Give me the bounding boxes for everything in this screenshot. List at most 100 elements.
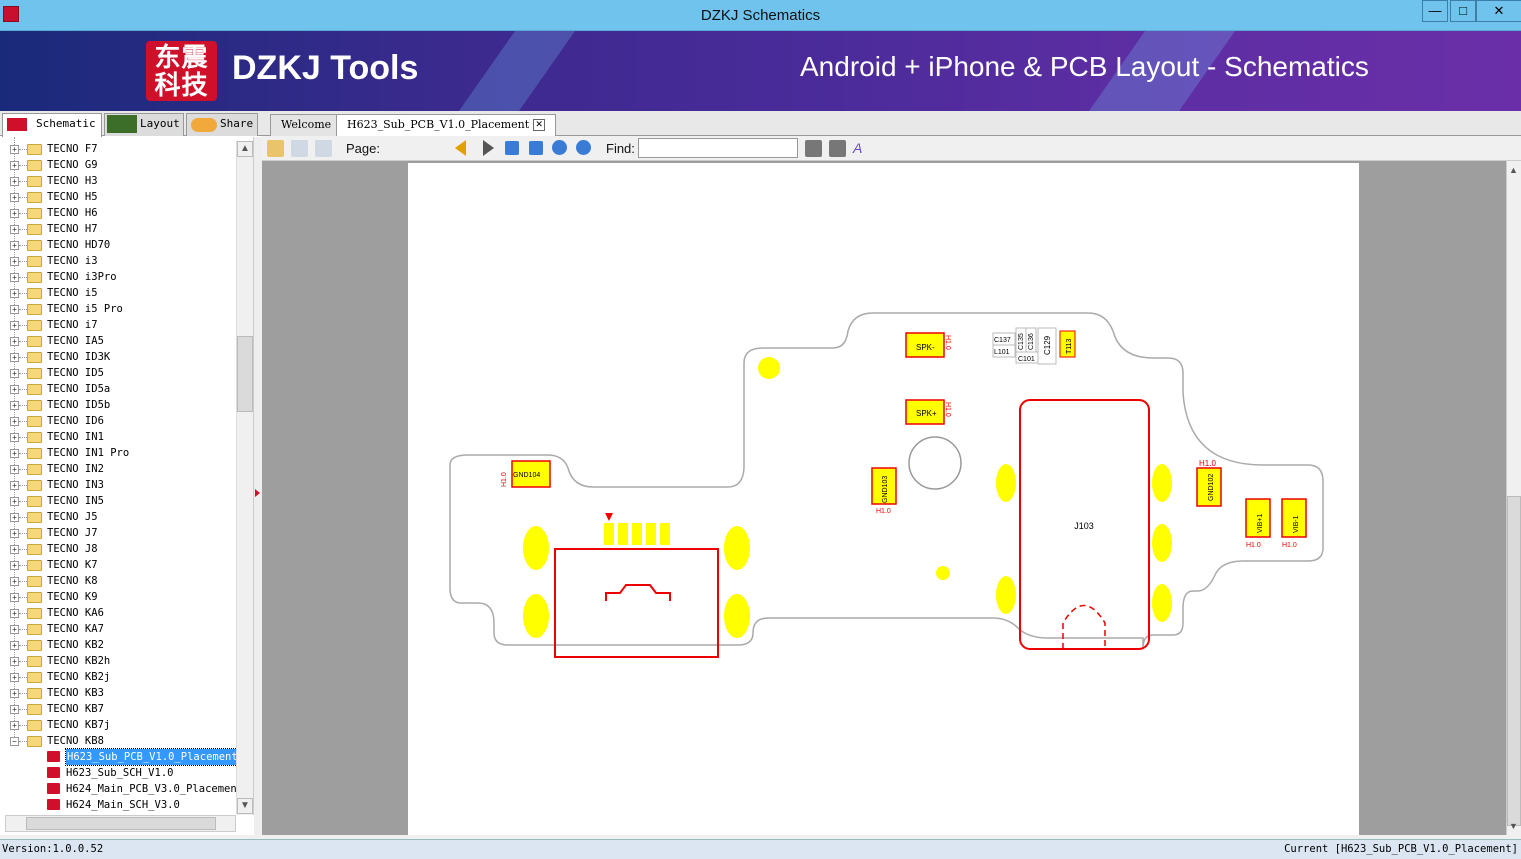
tree-folder-item[interactable]: − TECNO KB8: [0, 733, 236, 749]
expand-icon[interactable]: +: [10, 161, 19, 170]
expand-icon[interactable]: +: [10, 241, 19, 250]
close-button[interactable]: ✕: [1476, 0, 1521, 22]
expand-icon[interactable]: +: [10, 305, 19, 314]
tree-folder-item[interactable]: + TECNO H7: [0, 221, 236, 237]
expand-icon[interactable]: +: [10, 273, 19, 282]
scroll-down-icon[interactable]: ▼: [237, 798, 253, 814]
tree-horizontal-scrollbar[interactable]: [5, 815, 236, 832]
expand-icon[interactable]: +: [10, 209, 19, 218]
tree-folder-item[interactable]: + TECNO K7: [0, 557, 236, 573]
expand-icon[interactable]: +: [10, 705, 19, 714]
tree-folder-item[interactable]: + TECNO KB7j: [0, 717, 236, 733]
tree-folder-item[interactable]: + TECNO i3: [0, 253, 236, 269]
tree-folder-item[interactable]: + TECNO J8: [0, 541, 236, 557]
find-next-icon[interactable]: [829, 140, 846, 157]
tree-folder-item[interactable]: + TECNO i5 Pro: [0, 301, 236, 317]
expand-icon[interactable]: +: [10, 145, 19, 154]
tree-file-item[interactable]: H624_Main_PCB_V3.0_Placement: [0, 781, 243, 797]
find-previous-icon[interactable]: [805, 140, 822, 157]
expand-icon[interactable]: +: [10, 465, 19, 474]
expand-icon[interactable]: +: [10, 689, 19, 698]
tree-folder-item[interactable]: + TECNO ID3K: [0, 349, 236, 365]
expand-icon[interactable]: +: [10, 561, 19, 570]
tab-layout[interactable]: Layout: [104, 113, 184, 136]
tree-folder-item[interactable]: + TECNO KB3: [0, 685, 236, 701]
document-viewer[interactable]: J103 SPK- H1.0 SPK+ H1.0 C137 L101 C135 …: [262, 161, 1506, 835]
scroll-up-icon[interactable]: ▲: [237, 141, 253, 157]
tree-folder-item[interactable]: + TECNO KA6: [0, 605, 236, 621]
previous-page-icon[interactable]: [455, 140, 466, 156]
fit-width-icon[interactable]: [505, 141, 519, 155]
expand-icon[interactable]: +: [10, 577, 19, 586]
expand-icon[interactable]: +: [10, 481, 19, 490]
expand-icon[interactable]: +: [10, 625, 19, 634]
tree-folder-item[interactable]: + TECNO IN5: [0, 493, 236, 509]
expand-icon[interactable]: +: [10, 401, 19, 410]
expand-icon[interactable]: +: [10, 673, 19, 682]
tree-folder-item[interactable]: + TECNO KB2h: [0, 653, 236, 669]
tree-folder-item[interactable]: + TECNO K8: [0, 573, 236, 589]
tree-file-item[interactable]: H623_Sub_PCB_V1.0_Placement: [0, 748, 240, 766]
expand-icon[interactable]: +: [10, 641, 19, 650]
expand-icon[interactable]: +: [10, 177, 19, 186]
expand-icon[interactable]: +: [10, 417, 19, 426]
expand-icon[interactable]: +: [10, 385, 19, 394]
expand-icon[interactable]: +: [10, 433, 19, 442]
expand-icon[interactable]: +: [10, 721, 19, 730]
expand-icon[interactable]: +: [10, 593, 19, 602]
panel-splitter[interactable]: [254, 137, 262, 835]
open-icon[interactable]: [267, 140, 284, 157]
zoom-in-icon[interactable]: [576, 140, 591, 155]
tab-share[interactable]: Share: [186, 113, 258, 136]
tab-schematic[interactable]: Schematic: [2, 113, 102, 137]
collapse-arrow-icon[interactable]: [255, 489, 260, 497]
tab-welcome[interactable]: Welcome: [270, 114, 343, 136]
expand-icon[interactable]: +: [10, 225, 19, 234]
tree-folder-item[interactable]: + TECNO J7: [0, 525, 236, 541]
expand-icon[interactable]: +: [10, 497, 19, 506]
collapse-icon[interactable]: −: [10, 737, 19, 746]
tree-folder-item[interactable]: + TECNO IN1 Pro: [0, 445, 236, 461]
match-case-icon[interactable]: A: [853, 140, 870, 157]
expand-icon[interactable]: +: [10, 545, 19, 554]
maximize-button[interactable]: □: [1450, 0, 1476, 22]
tree-folder-item[interactable]: + TECNO ID6: [0, 413, 236, 429]
copy-icon[interactable]: [291, 140, 308, 157]
tree-folder-item[interactable]: + TECNO H6: [0, 205, 236, 221]
tree-folder-item[interactable]: + TECNO HD70: [0, 237, 236, 253]
tree-folder-item[interactable]: + TECNO KB2: [0, 637, 236, 653]
expand-icon[interactable]: +: [10, 449, 19, 458]
tree-folder-item[interactable]: + TECNO ID5: [0, 365, 236, 381]
tree-folder-item[interactable]: + TECNO H5: [0, 189, 236, 205]
tree-folder-item[interactable]: + TECNO K9: [0, 589, 236, 605]
tree-folder-item[interactable]: + TECNO H3: [0, 173, 236, 189]
tree-folder-item[interactable]: + TECNO IN3: [0, 477, 236, 493]
expand-icon[interactable]: +: [10, 257, 19, 266]
tree-file-item[interactable]: H623_Sub_SCH_V1.0: [0, 765, 236, 781]
tree-folder-item[interactable]: + TECNO i7: [0, 317, 236, 333]
tree-folder-item[interactable]: + TECNO IN1: [0, 429, 236, 445]
tree-file-item[interactable]: H624_Main_SCH_V3.0: [0, 797, 236, 813]
next-page-icon[interactable]: [483, 140, 494, 156]
expand-icon[interactable]: +: [10, 513, 19, 522]
fit-page-icon[interactable]: [529, 141, 543, 155]
tree-folder-item[interactable]: + TECNO F7: [0, 141, 236, 157]
expand-icon[interactable]: +: [10, 337, 19, 346]
tree-folder-item[interactable]: + TECNO IN2: [0, 461, 236, 477]
expand-icon[interactable]: +: [10, 657, 19, 666]
tree-folder-item[interactable]: + TECNO J5: [0, 509, 236, 525]
expand-icon[interactable]: +: [10, 193, 19, 202]
minimize-button[interactable]: —: [1422, 0, 1448, 22]
tree-folder-item[interactable]: + TECNO i3Pro: [0, 269, 236, 285]
scroll-thumb[interactable]: [26, 817, 216, 830]
viewer-vertical-scrollbar[interactable]: ▲ ▼: [1506, 161, 1521, 835]
tree-folder-item[interactable]: + TECNO KA7: [0, 621, 236, 637]
expand-icon[interactable]: +: [10, 321, 19, 330]
scroll-thumb[interactable]: [1507, 496, 1521, 826]
tree-folder-item[interactable]: + TECNO ID5a: [0, 381, 236, 397]
zoom-out-icon[interactable]: [552, 140, 567, 155]
expand-icon[interactable]: +: [10, 289, 19, 298]
tree-vertical-scrollbar[interactable]: ▲ ▼: [236, 141, 253, 815]
tree-folder-item[interactable]: + TECNO IA5: [0, 333, 236, 349]
tree-folder-item[interactable]: + TECNO ID5b: [0, 397, 236, 413]
